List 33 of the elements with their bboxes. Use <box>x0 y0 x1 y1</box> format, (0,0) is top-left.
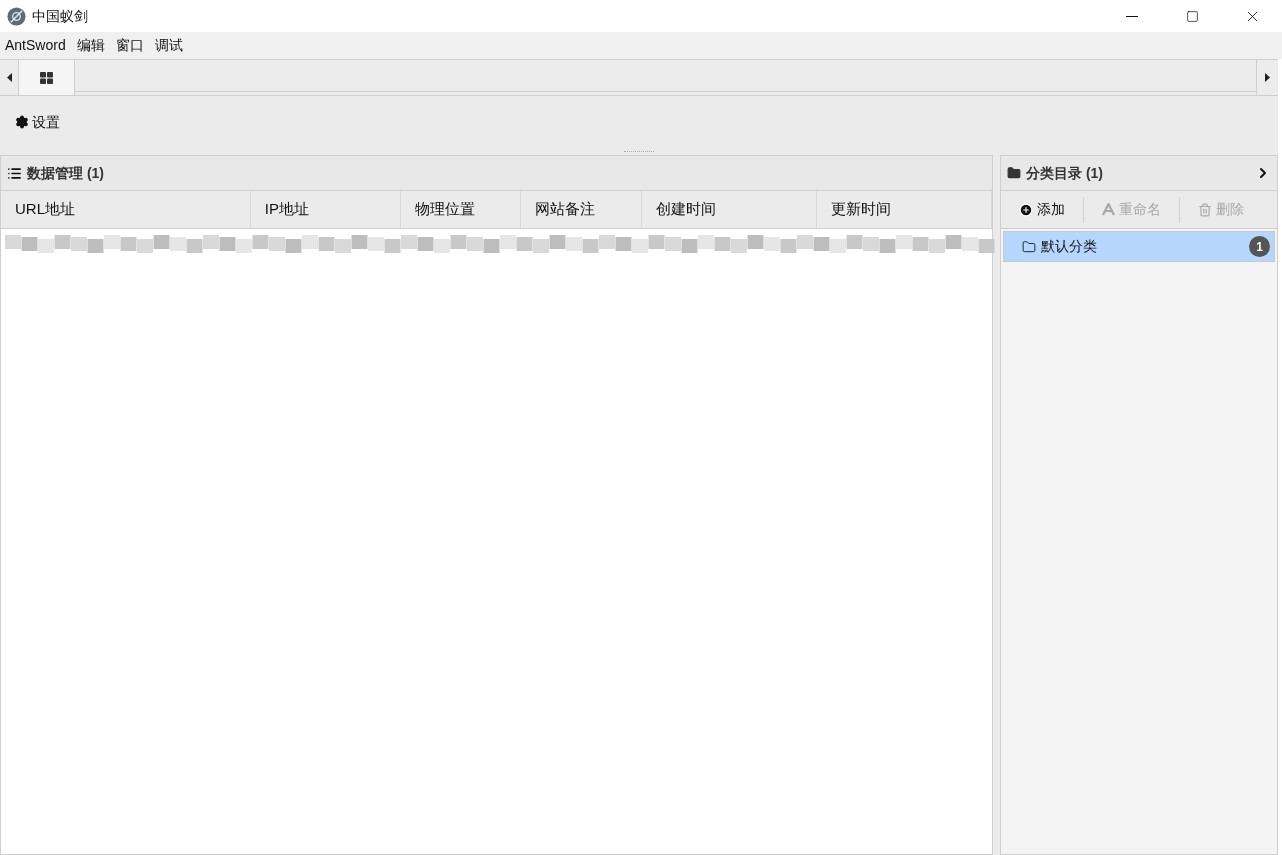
menu-item[interactable]: 调试 <box>150 35 187 56</box>
category-item[interactable]: 默认分类 1 <box>1003 231 1275 262</box>
column-header[interactable]: 网站备注 <box>521 191 643 228</box>
minimize-icon <box>1126 15 1138 17</box>
trash-icon <box>1198 202 1212 217</box>
panel-title: 分类目录 (1) <box>1026 163 1103 183</box>
folder-icon <box>1007 166 1021 180</box>
category-label: 默认分类 <box>1041 237 1097 256</box>
column-header[interactable]: 物理位置 <box>400 191 522 228</box>
panel-title: 数据管理 (1) <box>27 163 104 183</box>
column-header[interactable]: 更新时间 <box>817 191 993 228</box>
right-arrow-icon <box>1265 73 1270 82</box>
splitter-handle[interactable] <box>0 148 1278 155</box>
menu-item[interactable]: AntSword <box>1 35 70 56</box>
column-header[interactable]: URL地址 <box>1 191 251 228</box>
menu-item[interactable]: 窗口 <box>111 35 148 56</box>
window-title: 中国蚁剑 <box>32 6 88 26</box>
column-header[interactable]: IP地址 <box>250 191 401 228</box>
settings-icon <box>15 115 29 129</box>
folder-icon <box>1022 239 1036 254</box>
column-header[interactable]: 创建时间 <box>642 191 818 228</box>
left-arrow-icon <box>6 73 12 82</box>
list-icon <box>7 165 22 181</box>
settings-button[interactable]: 设置 <box>15 111 60 133</box>
count-badge: 1 <box>1249 236 1270 257</box>
plus-icon <box>1019 202 1033 217</box>
menu-item[interactable]: 编辑 <box>72 35 109 56</box>
action-button[interactable]: 添加 <box>1011 199 1073 220</box>
grid-icon <box>40 71 53 84</box>
app-logo-icon <box>7 6 26 26</box>
grid-tab[interactable] <box>19 60 75 95</box>
maximize-icon <box>1185 9 1199 23</box>
letter-a-icon <box>1102 203 1115 216</box>
